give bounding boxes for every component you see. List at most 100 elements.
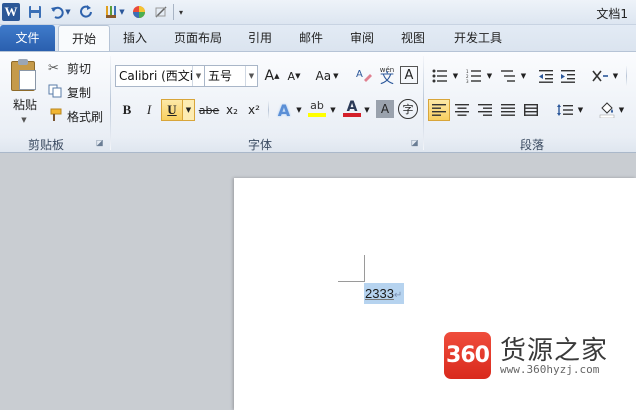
align-center-button[interactable]	[452, 100, 472, 120]
subscript-button[interactable]: x₂	[222, 100, 242, 120]
italic-button[interactable]: I	[139, 100, 159, 120]
character-border-icon: A	[404, 67, 414, 83]
document-text: 2333	[365, 286, 394, 301]
font-group-label: 字体	[248, 138, 273, 152]
bullets-dropdown-icon[interactable]: ▼	[451, 66, 460, 86]
underline-dropdown-icon[interactable]: ▼	[183, 99, 195, 121]
numbering-dropdown-icon[interactable]: ▼	[485, 66, 494, 86]
enclose-characters-icon: 字	[402, 103, 414, 116]
character-shading-icon: A	[380, 102, 390, 116]
align-left-button[interactable]	[428, 99, 450, 121]
underline-button[interactable]: U	[161, 99, 183, 121]
font-size-value: 五号	[208, 69, 233, 83]
cut-button[interactable]: ✂ 剪切	[48, 58, 104, 78]
shrink-font-icon: A	[287, 69, 296, 83]
tab-file[interactable]: 文件	[0, 25, 55, 51]
selected-text[interactable]: 2333↵	[364, 283, 405, 304]
multilevel-list-button[interactable]	[498, 66, 518, 86]
tab-references[interactable]: 引用	[241, 25, 279, 51]
font-size-dropdown-icon[interactable]: ▼	[245, 66, 257, 86]
highlight-button[interactable]: ab	[306, 98, 328, 120]
tab-mailings[interactable]: 邮件	[292, 25, 330, 51]
ribbon-home: 粘贴 ▼ ✂ 剪切 复制 格式刷 剪贴板 ◪ Calibri (西文i ▼ 五号…	[0, 51, 636, 153]
line-spacing-button[interactable]	[555, 100, 575, 120]
brush-dropdown-icon[interactable]: ▼	[118, 3, 126, 21]
font-name-dropdown-icon[interactable]: ▼	[192, 66, 204, 86]
change-case-icon: Aa	[315, 69, 332, 83]
tab-review[interactable]: 审阅	[343, 25, 381, 51]
margin-corner-mark	[364, 255, 365, 282]
highlight-dropdown-icon[interactable]: ▼	[328, 100, 338, 120]
copy-button[interactable]: 复制	[48, 82, 104, 102]
tab-page-layout[interactable]: 页面布局	[166, 25, 230, 51]
save-icon[interactable]	[26, 3, 44, 21]
undo-dropdown-icon[interactable]: ▼	[64, 3, 72, 21]
cut-label: 剪切	[67, 61, 92, 76]
clear-formatting-button[interactable]: A	[354, 65, 374, 85]
ribbon-tab-bar: 文件 开始 插入 页面布局 引用 邮件 审阅 视图 开发工具	[0, 25, 636, 52]
chinese-layout-button[interactable]	[590, 66, 610, 86]
paste-dropdown-icon[interactable]: ▼	[16, 110, 32, 130]
tab-developer[interactable]: 开发工具	[446, 25, 510, 51]
increase-indent-button[interactable]	[558, 66, 578, 86]
redo-icon[interactable]	[78, 3, 96, 21]
decrease-indent-icon	[539, 70, 553, 83]
quick-access-separator	[173, 4, 174, 20]
justify-icon	[501, 104, 515, 116]
tab-insert[interactable]: 插入	[116, 25, 154, 51]
align-center-icon	[455, 104, 469, 116]
numbering-button[interactable]: 123	[464, 66, 484, 86]
tab-view[interactable]: 视图	[394, 25, 432, 51]
font-color-button[interactable]: A	[342, 98, 362, 120]
text-effects-icon: A	[277, 100, 291, 120]
text-effects-dropdown-icon[interactable]: ▼	[294, 100, 304, 120]
phonetic-guide-button[interactable]: wén 文	[376, 63, 398, 87]
clipboard-launcher-icon[interactable]: ◪	[96, 138, 104, 147]
group-separator	[423, 56, 424, 150]
watermark-logo: 360	[444, 332, 491, 379]
line-spacing-dropdown-icon[interactable]: ▼	[576, 100, 585, 120]
customize-quick-access-icon[interactable]: ▾	[176, 3, 186, 21]
chinese-layout-dropdown-icon[interactable]: ▼	[611, 66, 620, 86]
align-right-button[interactable]	[475, 100, 495, 120]
font-color-dropdown-icon[interactable]: ▼	[362, 100, 372, 120]
draw-icon[interactable]	[152, 3, 170, 21]
strikethrough-button[interactable]: abe	[198, 100, 220, 120]
color-wheel-icon[interactable]	[130, 3, 148, 21]
scissors-icon: ✂	[48, 60, 59, 76]
justify-button[interactable]	[498, 100, 518, 120]
font-launcher-icon[interactable]: ◪	[411, 138, 419, 147]
paste-button[interactable]	[6, 58, 40, 94]
text-effects-button[interactable]: A	[274, 100, 294, 120]
highlight-color-swatch	[308, 113, 326, 117]
shading-button[interactable]	[597, 100, 617, 120]
format-painter-button[interactable]: 格式刷	[48, 106, 108, 126]
increase-indent-icon	[561, 70, 575, 83]
character-border-button[interactable]: A	[400, 66, 418, 84]
bullets-button[interactable]	[430, 66, 450, 86]
shrink-font-button[interactable]: A ▼	[284, 66, 304, 86]
align-right-icon	[478, 104, 492, 116]
svg-text:A: A	[356, 69, 363, 80]
superscript-button[interactable]: x²	[244, 100, 264, 120]
change-case-button[interactable]: Aa ▼	[312, 66, 342, 86]
font-size-combo[interactable]: 五号 ▼	[204, 65, 258, 87]
group-separator	[110, 56, 111, 150]
shading-dropdown-icon[interactable]: ▼	[617, 100, 626, 120]
tab-home[interactable]: 开始	[58, 25, 110, 52]
grow-font-button[interactable]: A ▲	[262, 66, 282, 86]
paragraph-group-label: 段落	[520, 138, 545, 152]
group-separator	[626, 66, 627, 86]
font-name-combo[interactable]: Calibri (西文i ▼	[115, 65, 205, 87]
character-shading-button[interactable]: A	[376, 100, 394, 118]
word-app-icon[interactable]: W	[2, 3, 20, 21]
enclose-characters-button[interactable]: 字	[398, 99, 418, 119]
copy-label: 复制	[67, 85, 92, 100]
multilevel-list-dropdown-icon[interactable]: ▼	[519, 66, 528, 86]
distributed-button[interactable]	[521, 100, 541, 120]
shading-icon	[599, 102, 615, 118]
watermark-url: www.360hyzj.com	[500, 363, 600, 376]
decrease-indent-button[interactable]	[536, 66, 556, 86]
bold-button[interactable]: B	[117, 100, 137, 120]
clear-formatting-icon: A	[356, 69, 372, 82]
